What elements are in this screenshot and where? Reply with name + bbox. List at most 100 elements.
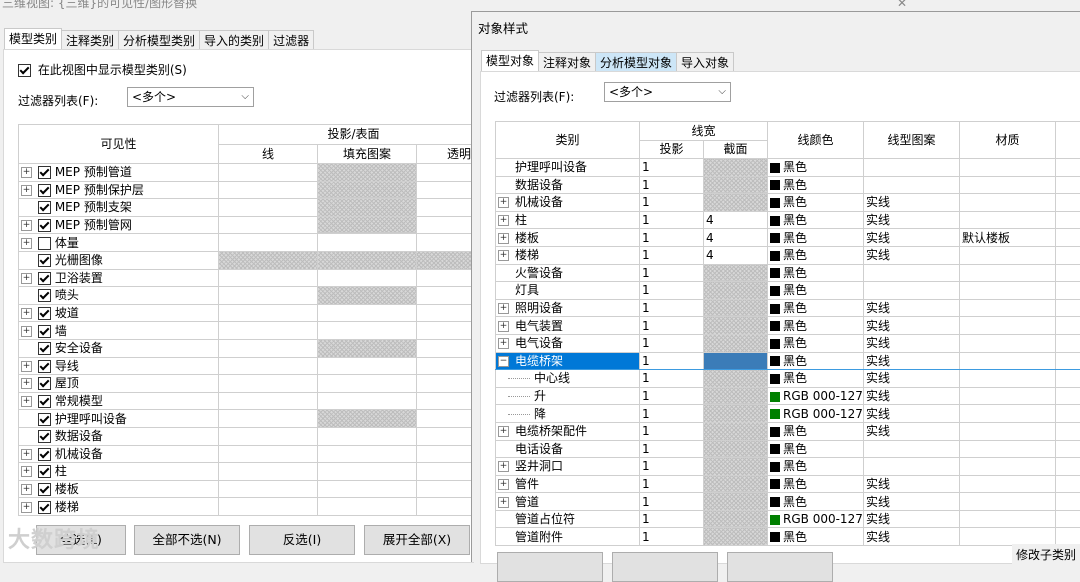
line-override-cell[interactable] [219, 216, 318, 234]
category-cell[interactable]: 护理呼叫设备 [19, 410, 219, 428]
material-cell[interactable] [960, 264, 1056, 282]
line-pattern-cell[interactable] [864, 159, 960, 177]
object-style-row[interactable]: 火警设备1黑色 [496, 264, 1080, 282]
category-cell[interactable]: +机械设备 [496, 194, 640, 212]
collapse-icon[interactable]: − [498, 356, 509, 367]
line-override-cell[interactable] [219, 498, 318, 516]
expand-icon[interactable]: + [21, 361, 32, 372]
cut-lineweight-cell[interactable] [704, 405, 768, 423]
category-cell[interactable]: + 常规模型 [19, 392, 219, 410]
visibility-row[interactable]: + 导线 [19, 357, 489, 375]
object-style-row[interactable]: 管道占位符1RGB 000-127-实线 [496, 510, 1080, 528]
material-cell[interactable] [960, 159, 1056, 177]
line-pattern-cell[interactable]: 实线 [864, 246, 960, 264]
visibility-checkbox[interactable] [38, 377, 51, 390]
line-color-cell[interactable]: 黑色 [768, 422, 864, 440]
material-cell[interactable] [960, 246, 1056, 264]
category-cell[interactable]: + MEP 预制管道 [19, 164, 219, 182]
fill-pattern-override-cell[interactable] [318, 392, 417, 410]
rename-button[interactable] [727, 552, 833, 582]
category-cell[interactable]: 管道占位符 [496, 510, 640, 528]
expand-icon[interactable]: + [21, 308, 32, 319]
line-pattern-cell[interactable] [864, 282, 960, 300]
category-cell[interactable]: −电缆桥架 [496, 352, 640, 370]
line-pattern-cell[interactable]: 实线 [864, 211, 960, 229]
visibility-checkbox[interactable] [38, 395, 51, 408]
line-override-cell[interactable] [219, 164, 318, 182]
expand-icon[interactable]: + [498, 497, 509, 508]
projection-lineweight-cell[interactable]: 1 [640, 246, 704, 264]
category-cell[interactable]: + MEP 预制保护层 [19, 181, 219, 199]
material-cell[interactable]: 默认楼板 [960, 229, 1056, 247]
line-override-cell[interactable] [219, 251, 318, 269]
line-override-cell[interactable] [219, 410, 318, 428]
line-override-cell[interactable] [219, 322, 318, 340]
projection-lineweight-cell[interactable]: 1 [640, 211, 704, 229]
close-icon[interactable]: ✕ [897, 0, 907, 10]
fill-pattern-override-cell[interactable] [318, 164, 417, 182]
projection-lineweight-cell[interactable]: 1 [640, 528, 704, 546]
projection-lineweight-cell[interactable]: 1 [640, 440, 704, 458]
expand-icon[interactable]: + [498, 321, 509, 332]
category-cell[interactable]: +电缆桥架配件 [496, 422, 640, 440]
projection-lineweight-cell[interactable]: 1 [640, 264, 704, 282]
fill-pattern-override-cell[interactable] [318, 339, 417, 357]
expand-icon[interactable]: + [21, 185, 32, 196]
visibility-row[interactable]: + MEP 预制管道 [19, 164, 489, 182]
projection-lineweight-cell[interactable]: 1 [640, 493, 704, 511]
fill-pattern-override-cell[interactable] [318, 498, 417, 516]
visibility-row[interactable]: + 机械设备 [19, 445, 489, 463]
object-style-row[interactable]: +楼板14黑色实线默认楼板 [496, 229, 1080, 247]
visibility-row[interactable]: 安全设备 [19, 339, 489, 357]
object-style-row[interactable]: +电缆桥架配件1黑色实线 [496, 422, 1080, 440]
material-cell[interactable] [960, 194, 1056, 212]
object-style-row[interactable]: 升1RGB 000-127-实线 [496, 387, 1080, 405]
visibility-checkbox[interactable] [38, 360, 51, 373]
category-cell[interactable]: 电话设备 [496, 440, 640, 458]
expand-icon[interactable]: + [21, 466, 32, 477]
visibility-checkbox[interactable] [38, 272, 51, 285]
category-cell[interactable]: + 墙 [19, 322, 219, 340]
line-override-cell[interactable] [219, 445, 318, 463]
line-pattern-cell[interactable]: 实线 [864, 510, 960, 528]
cut-lineweight-cell[interactable] [704, 282, 768, 300]
line-pattern-cell[interactable] [864, 440, 960, 458]
expand-icon[interactable]: + [498, 426, 509, 437]
expand-icon[interactable]: + [21, 396, 32, 407]
material-cell[interactable] [960, 334, 1056, 352]
expand-icon[interactable]: + [498, 250, 509, 261]
expand-icon[interactable]: + [498, 338, 509, 349]
cut-lineweight-cell[interactable]: 4 [704, 211, 768, 229]
line-color-cell[interactable]: 黑色 [768, 317, 864, 335]
visibility-row[interactable]: 护理呼叫设备 [19, 410, 489, 428]
fill-pattern-override-cell[interactable] [318, 445, 417, 463]
line-pattern-cell[interactable]: 实线 [864, 299, 960, 317]
category-cell[interactable]: +管道 [496, 493, 640, 511]
category-cell[interactable]: + 楼板 [19, 480, 219, 498]
cut-lineweight-cell[interactable] [704, 458, 768, 476]
object-style-row[interactable]: +管件1黑色实线 [496, 475, 1080, 493]
projection-lineweight-cell[interactable]: 1 [640, 194, 704, 212]
visibility-checkbox[interactable] [38, 465, 51, 478]
object-style-row[interactable]: +电气装置1黑色实线 [496, 317, 1080, 335]
projection-lineweight-cell[interactable]: 1 [640, 159, 704, 177]
object-style-row[interactable]: +照明设备1黑色实线 [496, 299, 1080, 317]
category-cell[interactable]: + MEP 预制管网 [19, 216, 219, 234]
visibility-checkbox[interactable] [38, 254, 51, 267]
projection-lineweight-cell[interactable]: 1 [640, 299, 704, 317]
cut-lineweight-cell[interactable] [704, 317, 768, 335]
material-cell[interactable] [960, 422, 1056, 440]
line-color-cell[interactable]: 黑色 [768, 475, 864, 493]
object-style-row[interactable]: +竖井洞口1黑色 [496, 458, 1080, 476]
line-override-cell[interactable] [219, 181, 318, 199]
projection-lineweight-cell[interactable]: 1 [640, 405, 704, 423]
category-cell[interactable]: 数据设备 [19, 427, 219, 445]
object-style-row[interactable]: +机械设备1黑色实线 [496, 194, 1080, 212]
line-color-cell[interactable]: 黑色 [768, 440, 864, 458]
filter-list-dropdown[interactable]: <多个> ⌵ [604, 82, 731, 102]
category-cell[interactable]: MEP 预制支架 [19, 199, 219, 217]
fill-pattern-override-cell[interactable] [318, 216, 417, 234]
category-cell[interactable]: 数据设备 [496, 176, 640, 194]
fill-pattern-override-cell[interactable] [318, 234, 417, 252]
line-color-cell[interactable]: 黑色 [768, 334, 864, 352]
